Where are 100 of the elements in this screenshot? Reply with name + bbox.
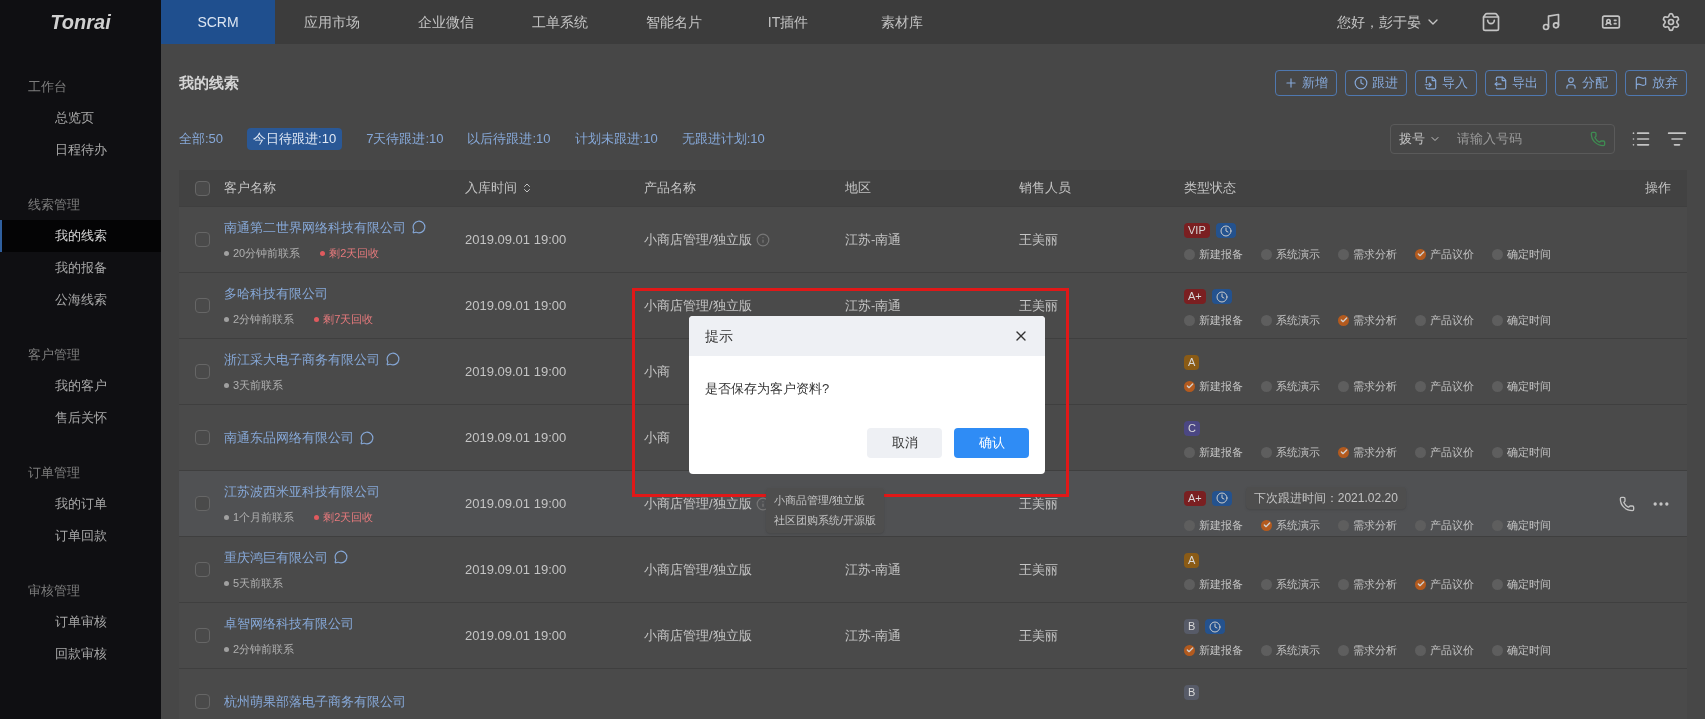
chat-icon[interactable] bbox=[334, 550, 348, 565]
sidebar-item[interactable]: 订单回款 bbox=[0, 520, 161, 552]
phone-icon[interactable] bbox=[1619, 495, 1635, 512]
dial-select[interactable]: 拨号 bbox=[1391, 125, 1449, 153]
sidebar-item[interactable]: 我的线索 bbox=[0, 220, 161, 252]
sidebar-item[interactable]: 售后关怀 bbox=[0, 402, 161, 434]
nav-tab[interactable]: SCRM bbox=[161, 0, 275, 44]
level-tag: B bbox=[1184, 619, 1200, 634]
nav-tab[interactable]: 应用市场 bbox=[275, 0, 389, 44]
action-button[interactable]: 导入 bbox=[1415, 70, 1477, 96]
row-checkbox[interactable] bbox=[195, 694, 210, 709]
table-row[interactable]: 江苏波西米亚科技有限公司 1个月前联系 剩2天回收 2019.09.01 19:00 小商店管理/独立版 小商品管理/独立版 社区团购系统/开源版 王美丽 A+ 下次跟进时间：2021.02.20 新建报备 系统演示 需求分析 产品议价 确定时间 bbox=[179, 470, 1687, 536]
table-cell-text: 小商 bbox=[644, 362, 670, 381]
last-contact: 2分钟前联系 bbox=[233, 312, 295, 327]
select-all-checkbox[interactable] bbox=[195, 180, 210, 196]
recycle-notice: 剩2天回收 bbox=[323, 510, 374, 525]
table-cell-text: 小商店管理/独立版 bbox=[644, 296, 752, 315]
level-tag: A bbox=[1184, 553, 1200, 568]
settings-icon[interactable] bbox=[1661, 12, 1681, 32]
greeting[interactable]: 您好，彭于晏 bbox=[1337, 12, 1421, 32]
info-icon[interactable] bbox=[755, 232, 770, 247]
level-tag: A+ bbox=[1184, 490, 1206, 506]
stage-label: 产品议价 bbox=[1430, 247, 1474, 262]
row-checkbox[interactable] bbox=[195, 232, 210, 247]
customer-link[interactable]: 南通第二世界网络科技有限公司 bbox=[224, 217, 406, 237]
stage-label: 新建报备 bbox=[1199, 445, 1243, 460]
sidebar-item[interactable]: 我的客户 bbox=[0, 370, 161, 402]
sidebar-item[interactable]: 日程待办 bbox=[0, 134, 161, 166]
action-button[interactable]: 新增 bbox=[1275, 70, 1337, 96]
confirm-button[interactable]: 确认 bbox=[954, 428, 1029, 458]
chat-icon[interactable] bbox=[412, 220, 426, 235]
sidebar-item[interactable]: 回款审核 bbox=[0, 638, 161, 670]
customer-link[interactable]: 南通东品网络有限公司 bbox=[224, 427, 354, 448]
sidebar-item[interactable]: 总览页 bbox=[0, 102, 161, 134]
stage-label: 需求分析 bbox=[1353, 445, 1397, 460]
table-cell: 2019.09.01 19:00 bbox=[465, 363, 567, 379]
stage-label: 需求分析 bbox=[1353, 577, 1397, 592]
sidebar-item[interactable]: 我的报备 bbox=[0, 252, 161, 284]
list-icon[interactable] bbox=[1631, 129, 1651, 149]
customer-link[interactable]: 多哈科技有限公司 bbox=[224, 283, 328, 303]
nav-tab[interactable]: 素材库 bbox=[845, 0, 959, 44]
customer-link[interactable]: 卓智网络科技有限公司 bbox=[224, 613, 354, 633]
row-checkbox[interactable] bbox=[195, 430, 210, 445]
last-contact: 20分钟前联系 bbox=[233, 246, 301, 261]
table-cell-text: 小商店管理/独立版 bbox=[644, 494, 752, 513]
chat-icon[interactable] bbox=[386, 352, 400, 367]
filter-tab[interactable]: 计划未跟进:10 bbox=[574, 129, 658, 149]
customer-link[interactable]: 江苏波西米亚科技有限公司 bbox=[224, 481, 380, 501]
table-cell-text: 小商店管理/独立版 bbox=[644, 230, 752, 249]
sidebar-item[interactable]: 订单审核 bbox=[0, 606, 161, 638]
row-checkbox[interactable] bbox=[195, 364, 210, 379]
level-tag: C bbox=[1184, 421, 1200, 436]
column-header: 入库时间 bbox=[465, 179, 517, 198]
action-button[interactable]: 放弃 bbox=[1625, 70, 1687, 96]
customer-link[interactable]: 重庆鸿巨有限公司 bbox=[224, 547, 328, 567]
cancel-button[interactable]: 取消 bbox=[867, 428, 942, 458]
last-contact: 3天前联系 bbox=[233, 378, 284, 393]
nav-tab[interactable]: IT插件 bbox=[731, 0, 845, 44]
flag-icon bbox=[1634, 76, 1648, 90]
action-button[interactable]: 分配 bbox=[1555, 70, 1617, 96]
row-checkbox[interactable] bbox=[195, 562, 210, 577]
row-checkbox[interactable] bbox=[195, 496, 210, 511]
customer-link[interactable]: 杭州萌果部落电子商务有限公司 bbox=[224, 691, 406, 712]
filter-tab[interactable]: 7天待跟进:10 bbox=[366, 129, 444, 149]
stage-label: 新建报备 bbox=[1199, 247, 1243, 262]
stage-label: 需求分析 bbox=[1353, 379, 1397, 394]
stage-label: 需求分析 bbox=[1353, 247, 1397, 262]
table-cell: 2019.09.01 19:00 bbox=[465, 297, 567, 313]
bag-icon[interactable] bbox=[1481, 12, 1501, 32]
customer-link[interactable]: 浙江采大电子商务有限公司 bbox=[224, 349, 380, 369]
stage-label: 确定时间 bbox=[1507, 445, 1551, 460]
filter-tab[interactable]: 今日待跟进:10 bbox=[247, 128, 343, 150]
nav-tab[interactable]: 工单系统 bbox=[503, 0, 617, 44]
filter-tab[interactable]: 无跟进计划:10 bbox=[681, 129, 765, 149]
filter-tab[interactable]: 全部:50 bbox=[179, 129, 224, 149]
sidebar-item[interactable]: 公海线索 bbox=[0, 284, 161, 316]
nav-tab[interactable]: 智能名片 bbox=[617, 0, 731, 44]
chat-icon[interactable] bbox=[360, 430, 374, 445]
column-header: 销售人员 bbox=[1019, 179, 1071, 198]
filter-icon[interactable] bbox=[1667, 129, 1687, 149]
stage-label: 产品议价 bbox=[1430, 313, 1474, 328]
phone-icon[interactable] bbox=[1590, 131, 1606, 147]
table-cell: 江苏-南通 bbox=[845, 627, 902, 643]
id-card-icon[interactable] bbox=[1601, 12, 1621, 32]
sort-icon[interactable] bbox=[521, 182, 533, 194]
filter-tab[interactable]: 以后待跟进:10 bbox=[467, 129, 551, 149]
row-checkbox[interactable] bbox=[195, 628, 210, 643]
action-button[interactable]: 跟进 bbox=[1345, 70, 1407, 96]
stage-label: 需求分析 bbox=[1353, 313, 1397, 328]
table-cell: 2019.09.01 19:00 bbox=[465, 561, 567, 577]
nav-tab[interactable]: 企业微信 bbox=[389, 0, 503, 44]
row-checkbox[interactable] bbox=[195, 298, 210, 313]
phone-field[interactable]: 拨号 请输入号码 bbox=[1390, 124, 1615, 154]
music-note-icon[interactable] bbox=[1541, 12, 1561, 32]
table-cell: 2019.09.01 19:00 bbox=[465, 495, 567, 511]
stage-label: 需求分析 bbox=[1353, 643, 1397, 658]
stage-label: 产品议价 bbox=[1430, 643, 1474, 658]
action-button[interactable]: 导出 bbox=[1485, 70, 1547, 96]
sidebar-item[interactable]: 我的订单 bbox=[0, 488, 161, 520]
plus-icon bbox=[1284, 76, 1298, 90]
